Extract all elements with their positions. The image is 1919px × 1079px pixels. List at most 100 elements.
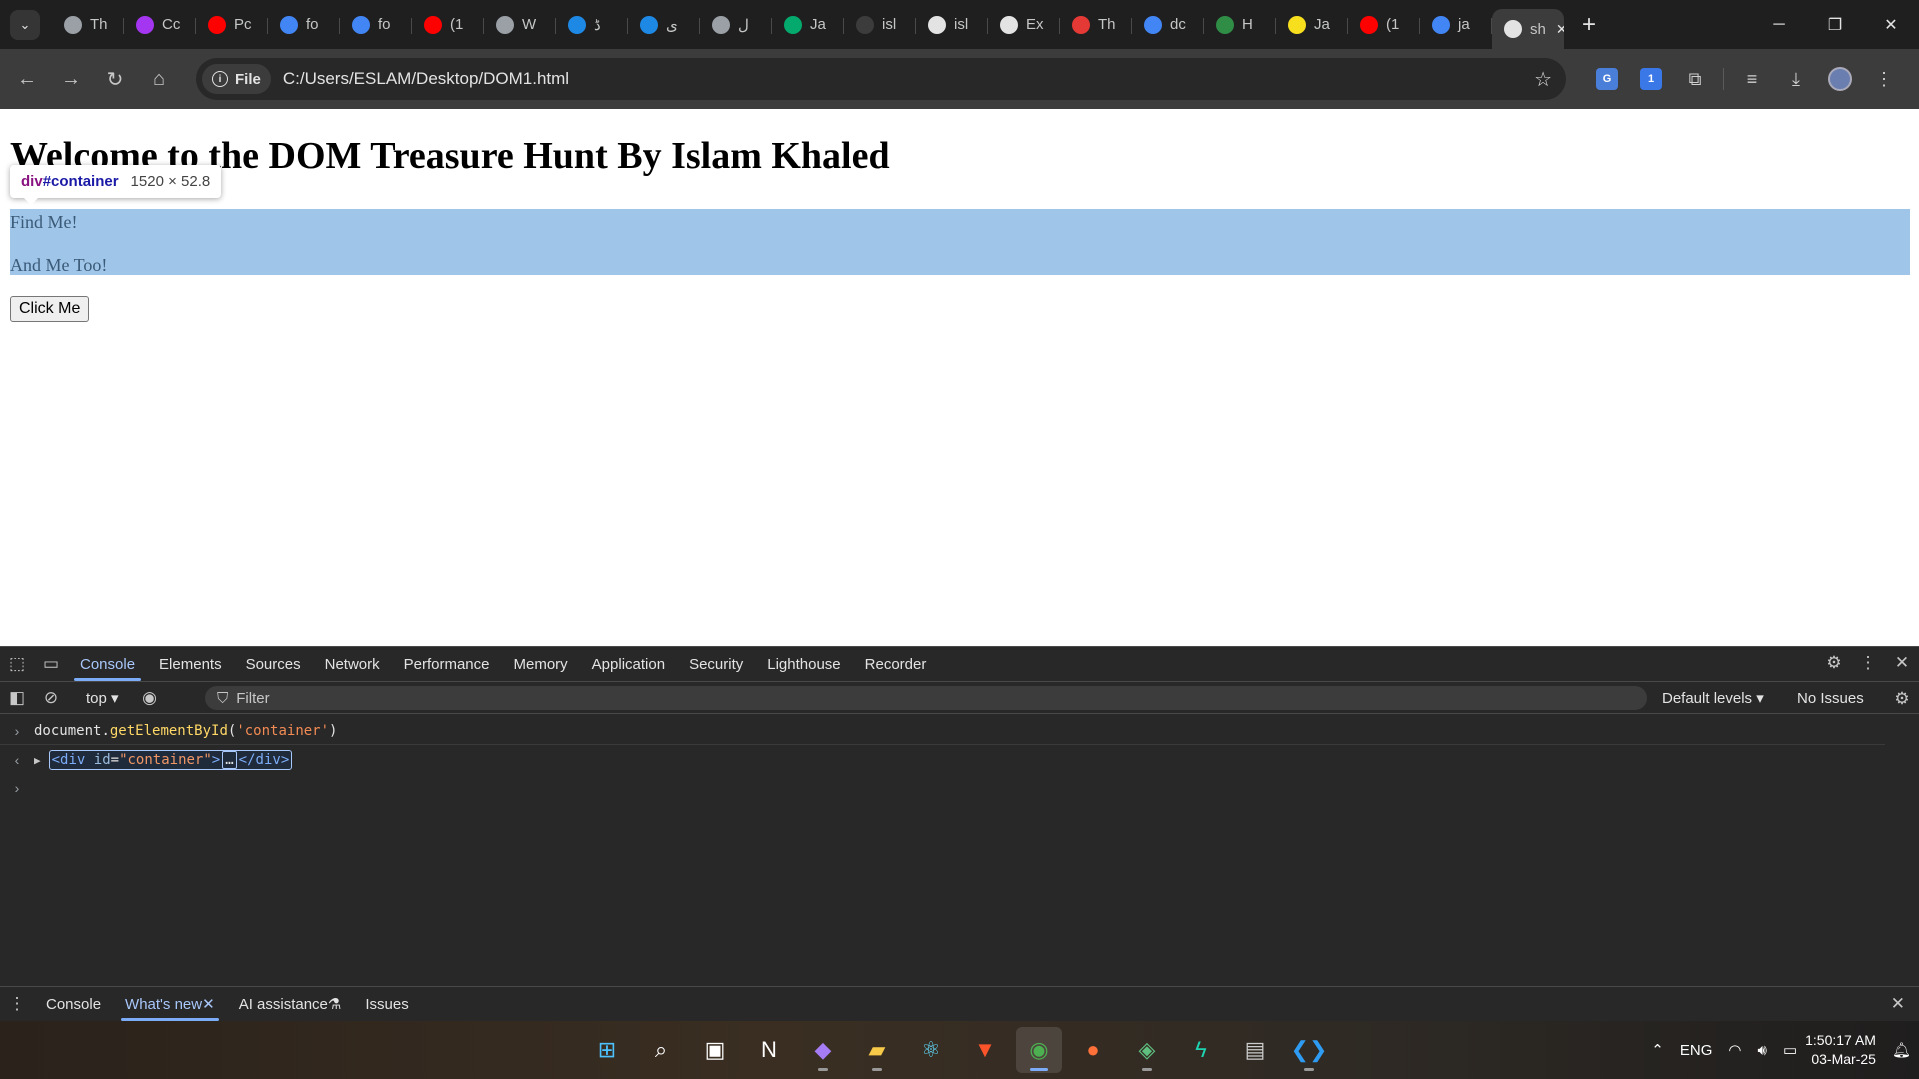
- browser-tab[interactable]: Ja: [1276, 7, 1348, 43]
- terminal-icon[interactable]: ▤: [1232, 1027, 1278, 1073]
- task-view-icon[interactable]: ▣: [692, 1027, 738, 1073]
- console-input-code[interactable]: document.getElementById('container'): [34, 723, 337, 739]
- forward-icon[interactable]: →: [54, 62, 88, 96]
- drawer-tab[interactable]: Issues: [353, 987, 420, 1021]
- element-node-reference[interactable]: <div id = "container" >… </div>: [48, 750, 293, 770]
- devtools-tab-security[interactable]: Security: [677, 647, 755, 681]
- close-window-icon[interactable]: ✕: [1863, 0, 1919, 49]
- chevron-up-icon[interactable]: ⌃: [1651, 1041, 1664, 1059]
- media-controls-icon[interactable]: ≡: [1730, 62, 1774, 96]
- node-ellipsis[interactable]: …: [222, 751, 237, 769]
- live-expression-eye-icon[interactable]: ◉: [133, 681, 167, 715]
- vscode-icon[interactable]: ❮❯: [1286, 1027, 1332, 1073]
- back-icon[interactable]: ←: [10, 62, 44, 96]
- chrome-icon[interactable]: ◉: [1016, 1027, 1062, 1073]
- notification-icon[interactable]: 🔔︎: [1892, 1041, 1911, 1059]
- react-icon[interactable]: ⚛: [908, 1027, 954, 1073]
- browser-tab[interactable]: fo: [268, 7, 340, 43]
- sidebar-toggle-icon[interactable]: ◧: [0, 681, 34, 715]
- browser-tab[interactable]: isl: [844, 7, 916, 43]
- browser-tab[interactable]: Ex: [988, 7, 1060, 43]
- browser-tab[interactable]: Cc: [124, 7, 196, 43]
- search-icon[interactable]: ⌕: [638, 1027, 684, 1073]
- browser-menu-icon[interactable]: ⋮: [1862, 62, 1906, 96]
- url-text[interactable]: C:/Users/ESLAM/Desktop/DOM1.html: [283, 69, 569, 89]
- browser-tab[interactable]: sh ✕: [1492, 9, 1564, 49]
- drawer-tab[interactable]: AI assistance ⚗: [227, 987, 354, 1021]
- default-levels-dropdown[interactable]: Default levels ▾: [1662, 682, 1764, 714]
- volume-icon[interactable]: 🔊︎: [1757, 1042, 1766, 1059]
- devtools-tab-console[interactable]: Console: [68, 647, 147, 681]
- browser-tab[interactable]: ل: [700, 7, 772, 43]
- browser-tab[interactable]: fo: [340, 7, 412, 43]
- browser-tab[interactable]: (1: [1348, 7, 1420, 43]
- address-bar[interactable]: i File C:/Users/ESLAM/Desktop/DOM1.html …: [196, 58, 1566, 100]
- browser-tab[interactable]: Th: [52, 7, 124, 43]
- clock[interactable]: 1:50:17 AM 03-Mar-25: [1805, 1031, 1876, 1069]
- download-icon[interactable]: ⤓: [1774, 62, 1818, 96]
- tab-search-button[interactable]: ⌄: [10, 9, 40, 40]
- close-drawer-icon[interactable]: ✕: [1891, 994, 1905, 1014]
- devtools-tab-performance[interactable]: Performance: [392, 647, 502, 681]
- close-devtools-icon[interactable]: ✕: [1885, 646, 1919, 680]
- console-settings-gear-icon[interactable]: ⚙: [1885, 682, 1919, 716]
- extension-badge-icon[interactable]: 1: [1629, 62, 1673, 96]
- browser-tab[interactable]: (1: [412, 7, 484, 43]
- drawer-menu-icon[interactable]: ⋮: [0, 987, 34, 1021]
- git-icon[interactable]: ◈: [1124, 1027, 1170, 1073]
- browser-tab[interactable]: H: [1204, 7, 1276, 43]
- clear-console-icon[interactable]: ⊘: [34, 681, 68, 715]
- devtools-tab-elements[interactable]: Elements: [147, 647, 234, 681]
- devtools-tab-memory[interactable]: Memory: [502, 647, 580, 681]
- obsidian-icon[interactable]: ◆: [800, 1027, 846, 1073]
- settings-gear-icon[interactable]: ⚙: [1817, 646, 1851, 680]
- close-drawer-tab-icon[interactable]: ✕: [202, 995, 215, 1013]
- drawer-tab-list: Console What's new ✕ AI assistance ⚗ Issues: [34, 987, 421, 1021]
- browser-tab[interactable]: ى: [628, 7, 700, 43]
- browser-tab[interactable]: isl: [916, 7, 988, 43]
- windows-start-icon[interactable]: ⊞: [584, 1027, 630, 1073]
- restore-icon[interactable]: ❐: [1807, 0, 1863, 49]
- new-tab-button[interactable]: +: [1582, 11, 1596, 39]
- expand-triangle-icon[interactable]: ▶: [34, 754, 41, 767]
- devtools-tab-application[interactable]: Application: [580, 647, 677, 681]
- drawer-tab[interactable]: Console: [34, 987, 113, 1021]
- bookmark-star-icon[interactable]: ☆: [1534, 67, 1552, 92]
- browser-tab[interactable]: Th: [1060, 7, 1132, 43]
- site-info-chip[interactable]: i File: [202, 64, 271, 94]
- extensions-puzzle-icon[interactable]: ⧉: [1673, 62, 1717, 96]
- browser-tab[interactable]: ja: [1420, 7, 1492, 43]
- browser-tab[interactable]: W: [484, 7, 556, 43]
- drawer-tab[interactable]: What's new ✕: [113, 987, 227, 1021]
- reload-icon[interactable]: ↻: [98, 62, 132, 96]
- bolt-icon[interactable]: ϟ: [1178, 1027, 1224, 1073]
- issues-counter[interactable]: No Issues: [1797, 682, 1864, 714]
- language-indicator[interactable]: ENG: [1680, 1042, 1713, 1059]
- click-me-button[interactable]: Click Me: [10, 296, 90, 322]
- devtools-tab-recorder[interactable]: Recorder: [853, 647, 939, 681]
- browser-tab[interactable]: Ja: [772, 7, 844, 43]
- close-tab-icon[interactable]: ✕: [1556, 21, 1564, 38]
- minimize-icon[interactable]: ─: [1751, 0, 1807, 49]
- notion-icon[interactable]: N: [746, 1027, 792, 1073]
- devtools-tab-network[interactable]: Network: [313, 647, 392, 681]
- file-explorer-icon[interactable]: ▰: [854, 1027, 900, 1073]
- browser-tab[interactable]: dc: [1132, 7, 1204, 43]
- browser-tab[interactable]: ڈ: [556, 7, 628, 43]
- translate-icon[interactable]: G: [1585, 62, 1629, 96]
- console-empty-prompt[interactable]: ›: [0, 774, 1885, 802]
- kebab-menu-icon[interactable]: ⋮: [1851, 646, 1885, 680]
- battery-icon[interactable]: ▭: [1783, 1041, 1797, 1059]
- browser-tab[interactable]: Pc: [196, 7, 268, 43]
- filter-input[interactable]: ⛉ Filter: [205, 686, 1647, 710]
- brave-icon[interactable]: ▼: [962, 1027, 1008, 1073]
- firefox-icon[interactable]: ●: [1070, 1027, 1116, 1073]
- profile-avatar[interactable]: [1818, 62, 1862, 96]
- context-selector[interactable]: top ▾: [78, 689, 127, 707]
- devtools-tab-lighthouse[interactable]: Lighthouse: [755, 647, 852, 681]
- wifi-icon[interactable]: ◠: [1728, 1041, 1741, 1059]
- device-toolbar-icon[interactable]: ▭: [34, 647, 68, 681]
- home-icon[interactable]: ⌂: [142, 62, 176, 96]
- devtools-tab-sources[interactable]: Sources: [234, 647, 313, 681]
- inspect-element-icon[interactable]: ⬚: [0, 647, 34, 681]
